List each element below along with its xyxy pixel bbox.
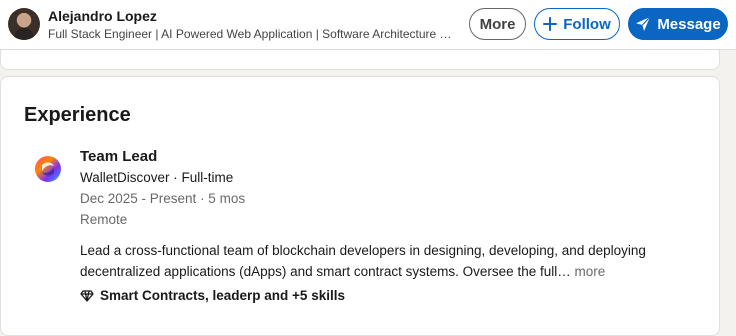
job-description: Lead a cross-functional team of blockcha… <box>80 240 680 282</box>
profile-name[interactable]: Alejandro Lopez <box>48 8 157 24</box>
see-more-link[interactable]: more <box>575 264 606 279</box>
job-location: Remote <box>80 212 128 227</box>
previous-section-card <box>0 50 720 70</box>
skills-row[interactable]: Smart Contracts, leaderp and +5 skills <box>80 288 345 303</box>
message-button-label: Message <box>657 15 721 33</box>
job-title: Team Lead <box>80 148 158 165</box>
more-button-label: More <box>479 15 516 33</box>
section-title: Experience <box>24 104 131 126</box>
skills-text: Smart Contracts, leaderp and +5 skills <box>100 288 345 303</box>
job-description-text: Lead a cross-functional team of blockcha… <box>80 243 646 279</box>
experience-card: Experience Team Lead WalletDiscover · Fu… <box>0 76 720 336</box>
send-icon <box>635 16 651 32</box>
avatar[interactable] <box>8 8 40 40</box>
follow-button[interactable]: Follow <box>534 8 620 40</box>
profile-headline: Full Stack Engineer | AI Powered Web App… <box>48 27 453 41</box>
follow-button-label: Follow <box>563 15 611 33</box>
company-name: WalletDiscover · Full-time <box>80 170 234 185</box>
message-button[interactable]: Message <box>628 8 728 40</box>
walletdiscover-logo-icon[interactable] <box>34 155 62 183</box>
plus-icon <box>543 17 558 31</box>
profile-sticky-header: Alejandro Lopez Full Stack Engineer | AI… <box>0 0 736 50</box>
diamond-icon <box>80 289 94 303</box>
more-button[interactable]: More <box>469 8 526 40</box>
job-dates: Dec 2025 - Present · 5 mos <box>80 191 246 206</box>
